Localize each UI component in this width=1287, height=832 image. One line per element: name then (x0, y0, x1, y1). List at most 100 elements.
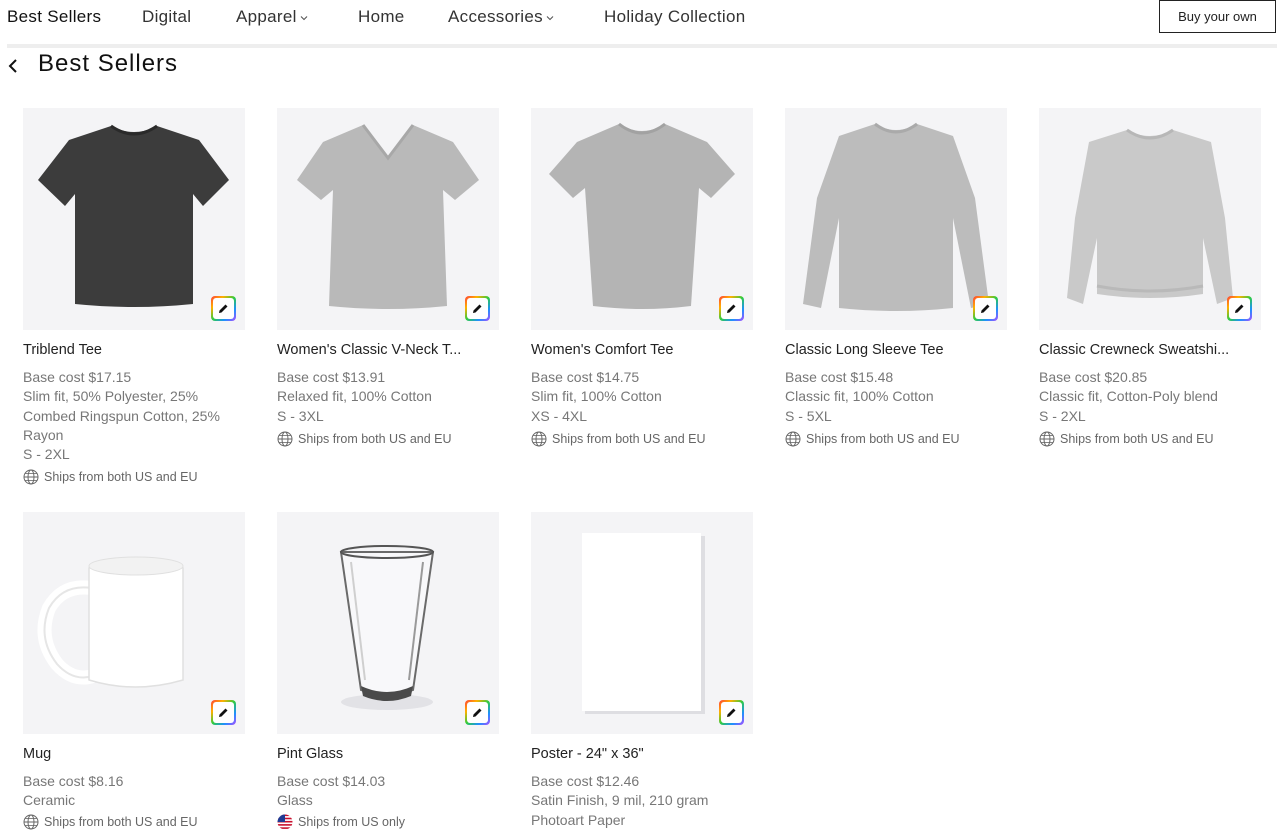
product-name[interactable]: Pint Glass (277, 746, 499, 763)
nav-label: Apparel (236, 7, 297, 26)
size-range: XS - 4XL (531, 407, 588, 424)
fit-description: Relaxed fit, 100% Cotton (277, 388, 432, 405)
chevron-left-icon[interactable] (7, 58, 21, 74)
chevron-down-icon (300, 15, 308, 20)
edit-button[interactable] (465, 700, 490, 725)
fit-description: Ceramic (23, 792, 76, 809)
nav-item-apparel[interactable]: Apparel (236, 6, 308, 28)
product-card-mug[interactable]: Mug Base cost $8.16 Ceramic Ships from b… (23, 512, 245, 831)
base-cost: Base cost $8.16 (23, 773, 124, 789)
shipping-text: Ships from US only (298, 814, 405, 829)
page-title: Best Sellers (38, 50, 179, 77)
fit-description: Classic fit, 100% Cotton (785, 388, 934, 405)
product-image[interactable] (531, 108, 753, 330)
product-image[interactable] (531, 512, 753, 734)
product-details: Base cost $17.15 Slim fit, 50% Polyester… (23, 368, 245, 464)
product-card-pint-glass[interactable]: Pint Glass Base cost $14.03 Glass Ships … (277, 512, 499, 831)
pencil-icon (727, 304, 736, 313)
globe-icon (1039, 431, 1055, 447)
product-name[interactable]: Triblend Tee (23, 342, 245, 359)
base-cost: Base cost $14.75 (531, 369, 640, 385)
base-cost: Base cost $17.15 (23, 369, 132, 385)
edit-button[interactable] (719, 296, 744, 321)
pencil-icon (1235, 304, 1244, 313)
fit-description: Glass (277, 792, 313, 809)
product-name[interactable]: Classic Long Sleeve Tee (785, 342, 1007, 359)
shipping-info: Ships from both US and EU (531, 430, 753, 448)
nav-label: Home (358, 7, 405, 26)
nav-item-accessories[interactable]: Accessories (448, 6, 554, 28)
product-card-womens-comfort-tee[interactable]: Women's Comfort Tee Base cost $14.75 Sli… (531, 108, 753, 448)
product-name[interactable]: Poster - 24" x 36" (531, 746, 753, 763)
chevron-down-icon (546, 15, 554, 20)
base-cost: Base cost $15.48 (785, 369, 894, 385)
shipping-text: Ships from both US and EU (552, 431, 706, 446)
globe-icon (531, 431, 547, 447)
size-range: S - 5XL (785, 407, 832, 424)
shipping-text: Ships from both US and EU (806, 431, 960, 446)
nav-item-best-sellers[interactable]: Best Sellers (7, 6, 101, 28)
shipping-info: Ships from both US and EU (277, 430, 499, 448)
nav-divider (7, 44, 1277, 48)
product-image[interactable] (785, 108, 1007, 330)
nav-label: Best Sellers (7, 7, 102, 26)
edit-button[interactable] (465, 296, 490, 321)
base-cost: Base cost $14.03 (277, 773, 386, 789)
pencil-icon (473, 304, 482, 313)
size-range: S - 3XL (277, 407, 324, 424)
product-name[interactable]: Classic Crewneck Sweatshi... (1039, 342, 1261, 359)
product-card-poster[interactable]: Poster - 24" x 36" Base cost $12.46 Sati… (531, 512, 753, 830)
nav-item-holiday-collection[interactable]: Holiday Collection (604, 6, 745, 28)
product-details: Base cost $12.46 Satin Finish, 9 mil, 21… (531, 772, 753, 830)
product-image[interactable] (23, 512, 245, 734)
globe-icon (23, 814, 39, 830)
product-details: Base cost $14.03 Glass (277, 772, 499, 811)
fit-description: Slim fit, 50% Polyester, 25% Combed Ring… (23, 388, 220, 443)
fit-description: Satin Finish, 9 mil, 210 gram Photoart P… (531, 792, 709, 828)
product-details: Base cost $15.48 Classic fit, 100% Cotto… (785, 368, 1007, 426)
edit-button[interactable] (973, 296, 998, 321)
product-image[interactable] (277, 108, 499, 330)
base-cost: Base cost $12.46 (531, 773, 640, 789)
globe-icon (23, 469, 39, 485)
fit-description: Slim fit, 100% Cotton (531, 388, 662, 405)
product-details: Base cost $14.75 Slim fit, 100% Cotton X… (531, 368, 753, 426)
product-card-womens-classic-vneck[interactable]: Women's Classic V-Neck T... Base cost $1… (277, 108, 499, 448)
product-details: Base cost $13.91 Relaxed fit, 100% Cotto… (277, 368, 499, 426)
product-name[interactable]: Women's Classic V-Neck T... (277, 342, 499, 359)
buy-your-own-button[interactable]: Buy your own (1159, 0, 1276, 33)
product-details: Base cost $8.16 Ceramic (23, 772, 245, 811)
globe-icon (785, 431, 801, 447)
shipping-info: Ships from US only (277, 813, 499, 831)
shipping-text: Ships from both US and EU (44, 814, 198, 829)
product-name[interactable]: Mug (23, 746, 245, 763)
product-image[interactable] (277, 512, 499, 734)
pencil-icon (219, 708, 228, 717)
nav-label: Holiday Collection (604, 7, 746, 26)
shipping-text: Ships from both US and EU (44, 470, 198, 485)
product-name[interactable]: Women's Comfort Tee (531, 342, 753, 359)
size-range: S - 2XL (1039, 407, 1086, 424)
shipping-info: Ships from both US and EU (785, 430, 1007, 448)
nav-item-digital[interactable]: Digital (142, 6, 191, 28)
product-card-classic-crewneck-sweatshirt[interactable]: Classic Crewneck Sweatshi... Base cost $… (1039, 108, 1261, 448)
pencil-icon (981, 304, 990, 313)
pencil-icon (219, 304, 228, 313)
edit-button[interactable] (719, 700, 744, 725)
product-image[interactable] (23, 108, 245, 330)
top-nav: Best Sellers Digital Apparel Home Access… (0, 0, 1287, 42)
globe-icon (277, 431, 293, 447)
shipping-info: Ships from both US and EU (1039, 430, 1261, 448)
edit-button[interactable] (211, 296, 236, 321)
edit-button[interactable] (1227, 296, 1252, 321)
base-cost: Base cost $13.91 (277, 369, 386, 385)
product-image[interactable] (1039, 108, 1261, 330)
product-details: Base cost $20.85 Classic fit, Cotton-Pol… (1039, 368, 1261, 426)
nav-item-home[interactable]: Home (358, 6, 405, 28)
shipping-text: Ships from both US and EU (298, 431, 452, 446)
nav-label: Accessories (448, 7, 543, 26)
pencil-icon (473, 708, 482, 717)
product-card-triblend-tee[interactable]: Triblend Tee Base cost $17.15 Slim fit, … (23, 108, 245, 486)
edit-button[interactable] (211, 700, 236, 725)
product-card-classic-long-sleeve-tee[interactable]: Classic Long Sleeve Tee Base cost $15.48… (785, 108, 1007, 448)
